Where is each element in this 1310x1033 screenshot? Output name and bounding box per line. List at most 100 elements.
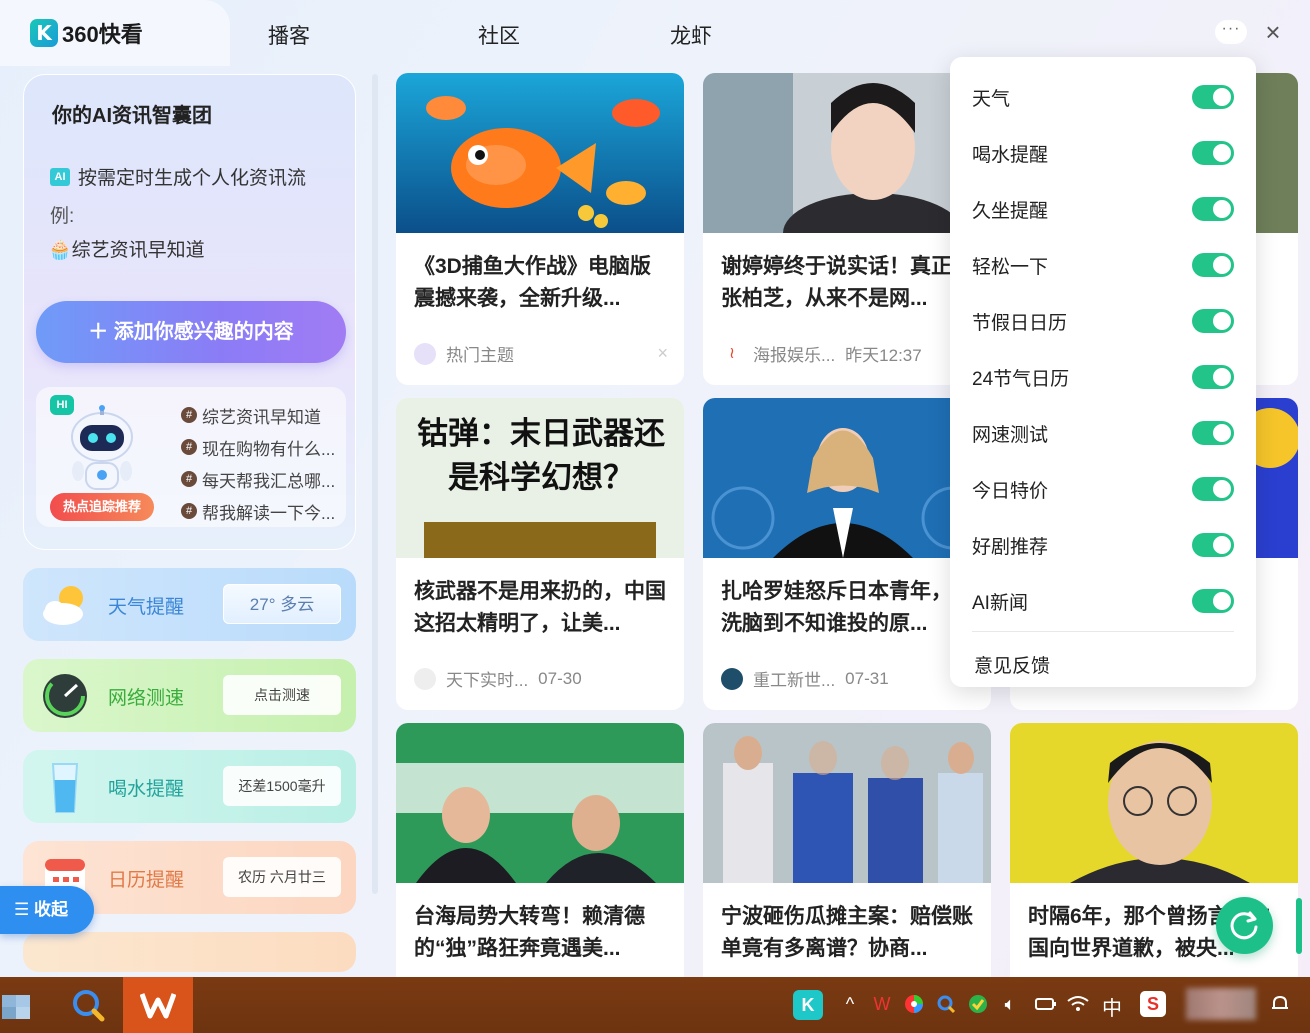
- input-method-indicator[interactable]: 中: [1102, 992, 1122, 1021]
- toggle-switch[interactable]: [1192, 533, 1234, 557]
- menu-item-water[interactable]: 喝水提醒: [972, 125, 1234, 181]
- news-meta: ≀ 海报娱乐... 昨天12:37: [721, 341, 922, 366]
- menu-item-ai-news[interactable]: AI新闻: [972, 573, 1234, 629]
- menu-item-drama[interactable]: 好剧推荐: [972, 517, 1234, 573]
- toggle-switch[interactable]: [1192, 141, 1234, 165]
- menu-item-sitting[interactable]: 久坐提醒: [972, 181, 1234, 237]
- menu-item-speed-test[interactable]: 网速测试: [972, 405, 1234, 461]
- news-time: 07-30: [538, 668, 582, 688]
- news-title: 《3D捕鱼大作战》电脑版震撼来袭，全新升级...: [414, 255, 651, 310]
- menu-item-label: AI新闻: [972, 592, 1028, 614]
- close-button[interactable]: ×: [1258, 18, 1288, 46]
- wps-tray-icon[interactable]: W: [870, 992, 894, 1016]
- toggle-switch[interactable]: [1192, 85, 1234, 109]
- dismiss-icon[interactable]: ×: [657, 343, 668, 364]
- feedback-link[interactable]: 意见反馈: [974, 651, 1050, 678]
- notification-icon[interactable]: [1268, 992, 1292, 1016]
- network-speed-card[interactable]: 网络测速 点击测速: [23, 659, 356, 732]
- news-card[interactable]: 谢婷婷终于说实话！真正的张柏芝，从来不是网... ≀ 海报娱乐... 昨天12:…: [703, 73, 991, 385]
- pixel-start-icon: [2, 995, 30, 1019]
- hashtag-icon: #: [181, 407, 197, 423]
- man-portrait-thumbnail: [1010, 723, 1298, 883]
- news-card[interactable]: 扎哈罗娃怒斥日本青年，被洗脑到不知谁投的原... 重工新世... 07-31: [703, 398, 991, 710]
- menu-item-label: 轻松一下: [972, 256, 1049, 278]
- missile-thumbnail: 钴弹：末日武器还是科学幻想？: [396, 398, 684, 558]
- tab-podcast[interactable]: 播客: [268, 20, 310, 50]
- add-interest-button[interactable]: ＋ 添加你感兴趣的内容: [36, 301, 346, 363]
- volume-icon[interactable]: 🔈︎: [998, 992, 1022, 1016]
- news-card[interactable]: 钴弹：末日武器还是科学幻想？ 核武器不是用来扔的，中国这招太精明了，让美... …: [396, 398, 684, 710]
- refresh-button[interactable]: [1216, 897, 1273, 954]
- hot-topic-label: 现在购物有什么...: [202, 439, 336, 459]
- shield-tray-icon[interactable]: [966, 992, 990, 1016]
- menu-item-label: 天气: [972, 88, 1011, 110]
- toggle-switch[interactable]: [1192, 589, 1234, 613]
- menu-item-label: 网速测试: [972, 424, 1049, 446]
- chevron-up-icon[interactable]: ^: [838, 992, 862, 1016]
- 360-kuaikan-tray-icon[interactable]: K: [793, 990, 823, 1020]
- more-options-button[interactable]: ···: [1215, 20, 1247, 44]
- network-test-button[interactable]: 点击测速: [223, 675, 341, 715]
- toggle-switch[interactable]: [1192, 365, 1234, 389]
- hot-topic-label: 综艺资讯早知道: [202, 407, 321, 427]
- news-card[interactable]: 《3D捕鱼大作战》电脑版震撼来袭，全新升级... 热门主题 ×: [396, 73, 684, 385]
- app-logo[interactable]: K 360快看: [30, 17, 143, 49]
- hashtag-icon: #: [181, 503, 197, 519]
- hot-tracking-tag[interactable]: 热点追踪推荐: [50, 493, 154, 521]
- wifi-icon[interactable]: [1066, 992, 1090, 1016]
- hi-badge: HI: [50, 395, 74, 415]
- menu-item-solar-terms[interactable]: 24节气日历: [972, 349, 1234, 405]
- toggle-switch[interactable]: [1192, 421, 1234, 445]
- weather-value: 27° 多云: [223, 584, 341, 624]
- weather-reminder-card[interactable]: 天气提醒 27° 多云: [23, 568, 356, 641]
- toggle-switch[interactable]: [1192, 197, 1234, 221]
- sogou-ime-icon[interactable]: S: [1140, 991, 1166, 1017]
- next-tool-card[interactable]: [23, 932, 356, 972]
- water-reminder-card[interactable]: 喝水提醒 还差1500毫升: [23, 750, 356, 823]
- taskbar-search-app[interactable]: [53, 977, 123, 1033]
- lunar-date-value: 农历 六月廿三: [223, 857, 341, 897]
- ai-description: AI 按需定时生成个人化资讯流: [50, 163, 306, 190]
- battery-icon[interactable]: [1034, 992, 1058, 1016]
- menu-item-holiday-calendar[interactable]: 节假日日历: [972, 293, 1234, 349]
- hashtag-icon: #: [181, 439, 197, 455]
- clock-blurred[interactable]: [1186, 988, 1256, 1020]
- news-source: 天下实时...: [446, 671, 529, 690]
- toggle-switch[interactable]: [1192, 477, 1234, 501]
- refresh-icon: [1230, 911, 1258, 940]
- feed-scrollbar[interactable]: [1296, 898, 1302, 954]
- toggle-switch[interactable]: [1192, 309, 1234, 333]
- taskbar-wps-app[interactable]: [123, 977, 193, 1033]
- hot-topic-item[interactable]: # 现在购物有什么...: [181, 431, 341, 463]
- tab-lobster[interactable]: 龙虾: [670, 20, 712, 50]
- news-title: 扎哈罗娃怒斥日本青年，被洗脑到不知谁投的原...: [721, 580, 973, 635]
- search-tray-icon[interactable]: [934, 992, 958, 1016]
- fish-game-thumbnail: [396, 73, 684, 233]
- news-card[interactable]: 宁波砸伤瓜摊主案：赔偿账单竟有多离谱？协商...: [703, 723, 991, 977]
- news-source: 重工新世...: [753, 671, 836, 690]
- ai-assistant-card: 你的AI资讯智囊团 AI 按需定时生成个人化资讯流 例: 🧁综艺资讯早知道 ＋ …: [23, 74, 356, 550]
- news-source: 热门主题: [446, 346, 514, 365]
- hot-topic-label: 帮我解读一下今...: [202, 503, 336, 523]
- hot-topic-item[interactable]: # 每天帮我汇总哪...: [181, 463, 341, 495]
- menu-item-label: 节假日日历: [972, 312, 1068, 334]
- news-card[interactable]: 台海局势大转弯！赖清德的“独”路狂奔竟遇美...: [396, 723, 684, 977]
- color-wheel-icon[interactable]: [902, 992, 926, 1016]
- tab-community[interactable]: 社区: [478, 20, 520, 50]
- sidebar-scrollbar[interactable]: [372, 74, 378, 894]
- menu-item-label: 24节气日历: [972, 368, 1070, 390]
- example-label: 例:: [50, 206, 75, 227]
- news-source: 海报娱乐...: [753, 346, 836, 365]
- menu-item-daily-deals[interactable]: 今日特价: [972, 461, 1234, 517]
- logo-k-icon: K: [30, 19, 58, 47]
- hot-topic-item[interactable]: # 综艺资讯早知道: [181, 399, 341, 431]
- menu-item-label: 好剧推荐: [972, 536, 1049, 558]
- menu-item-label: 久坐提醒: [972, 200, 1049, 222]
- collapse-sidebar-button[interactable]: ☰ 收起: [0, 886, 94, 934]
- menu-item-relax[interactable]: 轻松一下: [972, 237, 1234, 293]
- logo-text: 360快看: [62, 22, 143, 47]
- start-menu-icon[interactable]: [0, 977, 40, 1033]
- toggle-switch[interactable]: [1192, 253, 1234, 277]
- hot-topic-item[interactable]: # 帮我解读一下今...: [181, 495, 341, 527]
- menu-item-weather[interactable]: 天气: [972, 69, 1234, 125]
